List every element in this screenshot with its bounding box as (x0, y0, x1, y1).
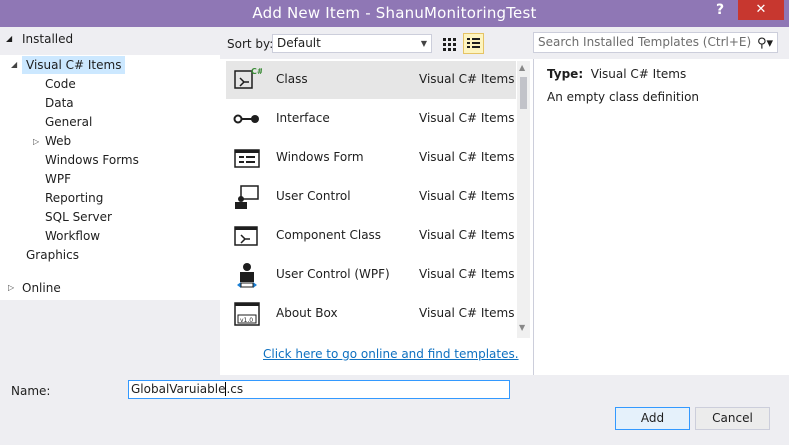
template-row-about-box[interactable]: v1.0 About Box Visual C# Items (226, 295, 516, 333)
template-list-scrollbar[interactable]: ▲ ▼ (517, 61, 530, 338)
name-input[interactable]: GlobalVaruiable.cs (128, 380, 510, 399)
sort-by-value: Default (277, 36, 321, 50)
tree-item-wpf[interactable]: WPF (45, 170, 71, 188)
template-row-interface[interactable]: Interface Visual C# Items (226, 100, 516, 138)
svg-text:v1.0: v1.0 (240, 317, 253, 324)
category-pane: ◢ Installed ◢ Visual C# Items Code Data … (0, 27, 220, 375)
template-name: Interface (276, 111, 330, 125)
tree-item-graphics[interactable]: Graphics (26, 246, 79, 264)
user-control-wpf-icon (237, 263, 257, 288)
search-icon[interactable]: ⚲▾ (757, 34, 773, 53)
template-category: Visual C# Items (419, 111, 515, 125)
template-name: About Box (276, 306, 338, 320)
template-name: Windows Form (276, 150, 364, 164)
template-category: Visual C# Items (419, 306, 515, 320)
tree-item-code[interactable]: Code (45, 75, 76, 93)
tree-item-general[interactable]: General (45, 113, 92, 131)
interface-icon (233, 114, 259, 124)
cancel-button[interactable]: Cancel (695, 407, 770, 430)
template-category: Visual C# Items (419, 267, 515, 281)
name-label: Name: (11, 384, 51, 398)
details-pane: Type: Visual C# Items An empty class def… (533, 59, 785, 375)
close-button[interactable]: ✕ (738, 0, 784, 20)
collapsed-arrow-icon: ▷ (8, 283, 15, 292)
grid-view-icon (443, 38, 456, 51)
list-view-button[interactable] (463, 33, 484, 54)
template-row-component-class[interactable]: Component Class Visual C# Items (226, 217, 516, 255)
category-tree: ◢ Visual C# Items Code Data General ▷ We… (0, 55, 220, 300)
template-name: User Control (276, 189, 351, 203)
tree-item-web[interactable]: Web (45, 132, 71, 150)
expanded-arrow-icon[interactable]: ◢ (11, 60, 17, 69)
template-category: Visual C# Items (419, 150, 515, 164)
sort-by-dropdown[interactable]: Default ▼ (272, 34, 432, 53)
bottom-bar: Name: GlobalVaruiable.cs Add Cancel (0, 375, 789, 445)
add-button[interactable]: Add (615, 407, 690, 430)
scroll-up-icon[interactable]: ▲ (519, 63, 525, 72)
template-name: User Control (WPF) (276, 267, 390, 281)
scroll-down-icon[interactable]: ▼ (519, 323, 525, 332)
installed-label: Installed (22, 32, 74, 46)
scrollbar-thumb[interactable] (520, 77, 527, 109)
online-header[interactable]: ▷ Online (0, 277, 220, 299)
details-description: An empty class definition (547, 90, 700, 104)
tree-item-workflow[interactable]: Workflow (45, 227, 100, 245)
expanded-arrow-icon: ◢ (6, 34, 13, 43)
template-row-windows-form[interactable]: Windows Form Visual C# Items (226, 139, 516, 177)
window-title: Add New Item - ShanuMonitoringTest (252, 4, 537, 22)
user-control-icon (235, 185, 259, 209)
type-value: Visual C# Items (590, 67, 687, 81)
template-list: C# Class Visual C# Items Interface Visua… (226, 61, 516, 338)
tree-item-data[interactable]: Data (45, 94, 74, 112)
online-label: Online (22, 281, 61, 295)
type-label: Type: (547, 67, 584, 81)
tree-item-sql-server[interactable]: SQL Server (45, 208, 112, 226)
template-row-user-control[interactable]: User Control Visual C# Items (226, 178, 516, 216)
collapsed-arrow-icon[interactable]: ▷ (33, 137, 39, 146)
search-input[interactable]: Search Installed Templates (Ctrl+E) ⚲▾ (533, 32, 778, 53)
template-category: Visual C# Items (419, 189, 515, 203)
help-button[interactable]: ? (712, 2, 728, 18)
tree-item-reporting[interactable]: Reporting (45, 189, 103, 207)
name-value-start: GlobalVaruiable (131, 382, 226, 396)
template-category: Visual C# Items (419, 72, 515, 86)
windows-form-icon (234, 149, 260, 168)
tree-item-windows-forms[interactable]: Windows Forms (45, 151, 139, 169)
name-value-extension: .cs (226, 382, 244, 396)
installed-header[interactable]: ◢ Installed (0, 27, 220, 52)
tree-item-visual-csharp-items[interactable]: Visual C# Items (22, 56, 126, 74)
template-row-user-control-wpf[interactable]: User Control (WPF) Visual C# Items (226, 256, 516, 294)
chevron-down-icon: ▼ (420, 39, 427, 48)
grid-view-button[interactable] (438, 33, 459, 54)
list-view-icon (467, 38, 480, 48)
about-box-icon: v1.0 (234, 302, 260, 326)
template-row-class[interactable]: C# Class Visual C# Items (226, 61, 516, 99)
online-templates-link[interactable]: Click here to go online and find templat… (263, 347, 519, 361)
component-class-icon (234, 226, 258, 246)
search-placeholder: Search Installed Templates (Ctrl+E) (538, 35, 752, 49)
template-name: Class (276, 72, 308, 86)
title-bar: Add New Item - ShanuMonitoringTest ? ✕ (0, 0, 789, 27)
svg-text:C#: C# (251, 67, 262, 76)
search-bar: Search Installed Templates (Ctrl+E) ⚲▾ (530, 27, 789, 59)
template-name: Component Class (276, 228, 382, 242)
class-icon: C# (234, 67, 262, 89)
sort-by-label: Sort by: (227, 37, 274, 51)
template-category: Visual C# Items (419, 228, 515, 242)
sort-toolbar: Sort by: Default ▼ (220, 27, 530, 59)
dialog-client: ◢ Installed ◢ Visual C# Items Code Data … (0, 27, 789, 445)
details-type: Type: Visual C# Items (547, 67, 686, 81)
